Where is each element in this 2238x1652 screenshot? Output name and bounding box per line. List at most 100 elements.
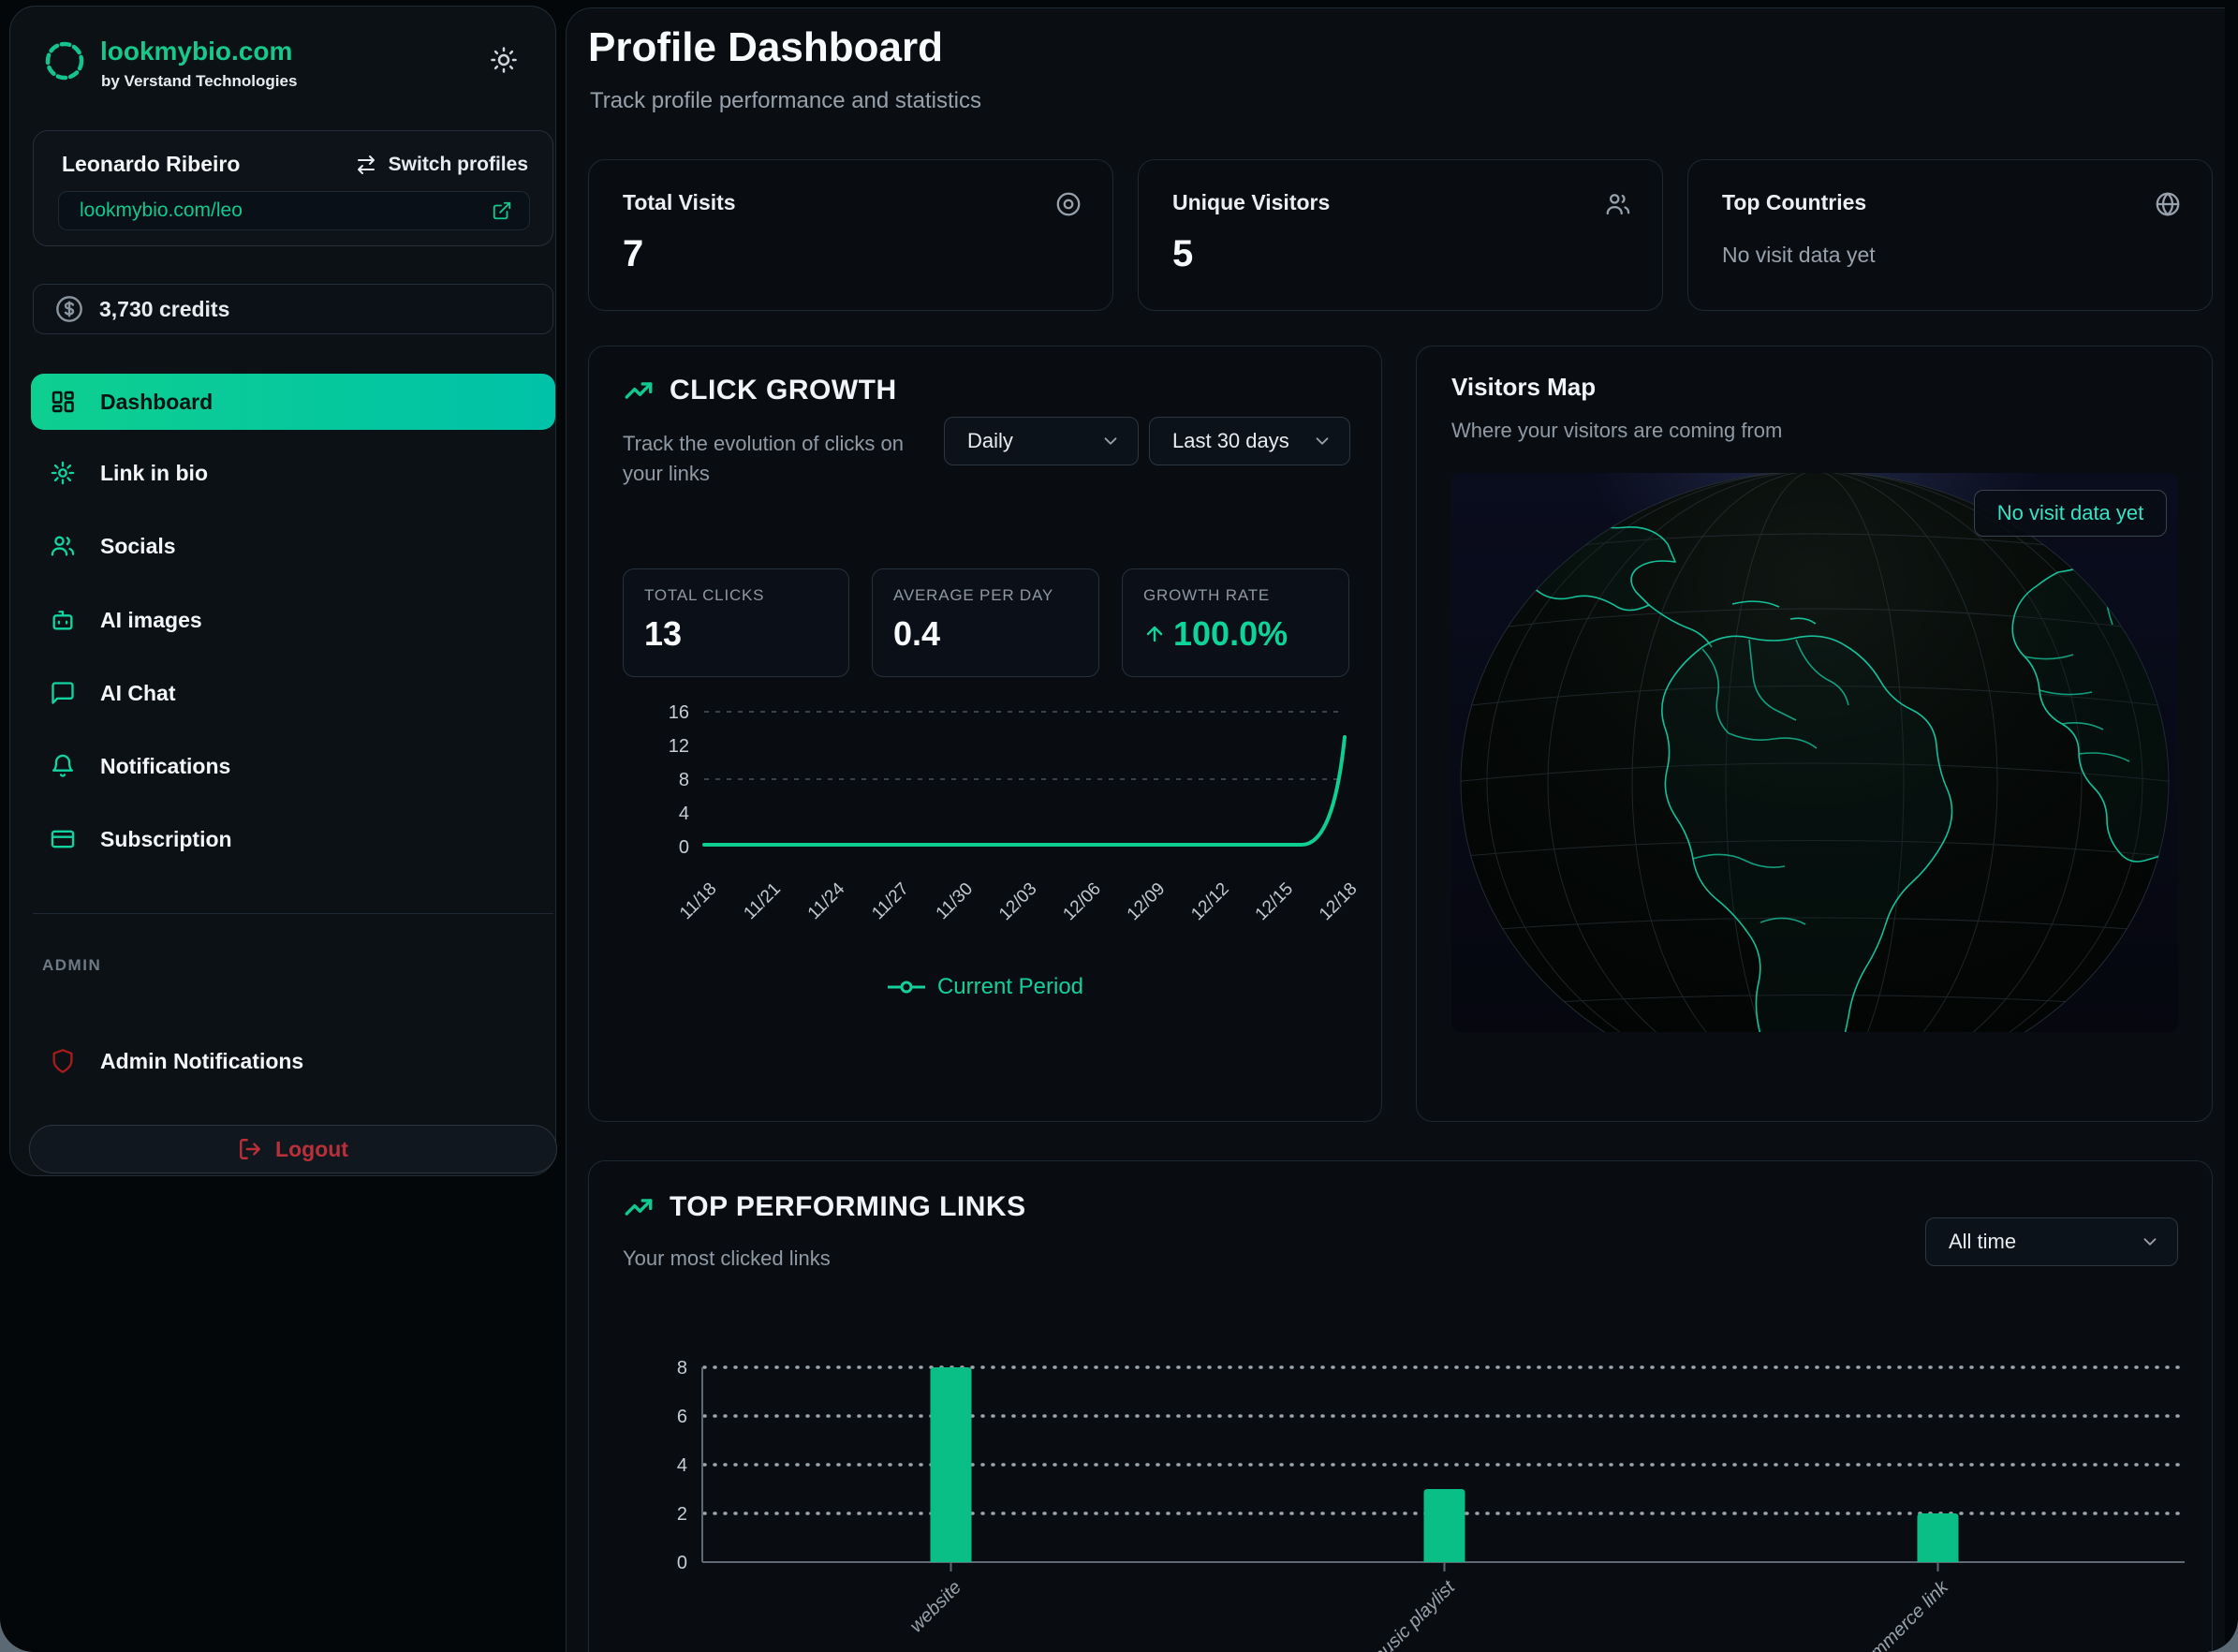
- stat-title: Top Countries: [1722, 190, 1866, 215]
- trending-up-icon: [623, 375, 655, 406]
- sidebar-item-dashboard[interactable]: Dashboard: [31, 374, 555, 430]
- stat-value: 7: [623, 233, 643, 275]
- svg-text:12/06: 12/06: [1059, 879, 1104, 924]
- svg-text:8: 8: [679, 770, 689, 790]
- frequency-dropdown[interactable]: Daily: [944, 417, 1139, 465]
- svg-text:12/12: 12/12: [1187, 879, 1232, 924]
- sidebar-item-ai-images[interactable]: AI images: [31, 592, 555, 648]
- brand-name: lookmybio.com: [100, 37, 292, 66]
- legend-line-marker-icon: [887, 980, 926, 995]
- users-icon: [50, 533, 76, 559]
- top-links-header: TOP PERFORMING LINKS: [623, 1191, 1026, 1223]
- profile-name: Leonardo Ribeiro: [62, 152, 240, 177]
- sidebar-item-label: Link in bio: [100, 461, 208, 486]
- brand-logo-icon: [42, 38, 87, 83]
- sidebar-item-socials[interactable]: Socials: [31, 518, 555, 574]
- mini-stat-label: GROWTH RATE: [1143, 586, 1328, 605]
- mini-stat-value: 100.0%: [1173, 614, 1288, 654]
- svg-text:6: 6: [677, 1407, 687, 1427]
- growth-rate-box: GROWTH RATE 100.0%: [1122, 568, 1349, 677]
- svg-text:2: 2: [677, 1504, 687, 1525]
- total-visits-card: Total Visits 7: [588, 159, 1113, 311]
- credit-card-icon: [50, 826, 76, 852]
- sidebar-item-label: Subscription: [100, 827, 232, 852]
- visitors-map-title: Visitors Map: [1451, 373, 1596, 402]
- svg-text:11/24: 11/24: [804, 878, 849, 923]
- svg-text:8: 8: [677, 1358, 687, 1379]
- all-time-dropdown[interactable]: All time: [1925, 1217, 2178, 1266]
- sidebar-divider: [33, 913, 553, 914]
- swap-arrows-icon: [355, 154, 377, 176]
- profile-card: Leonardo Ribeiro Switch profiles lookmyb…: [33, 130, 553, 246]
- sidebar-item-admin-notifications[interactable]: Admin Notifications: [31, 1033, 555, 1089]
- dollar-coin-icon: [54, 294, 84, 324]
- legend-label: Current Period: [937, 974, 1083, 1000]
- admin-section-label: ADMIN: [42, 956, 101, 975]
- svg-text:website: website: [906, 1577, 966, 1637]
- chevron-down-icon: [1100, 431, 1121, 451]
- top-countries-card: Top Countries No visit data yet: [1687, 159, 2213, 311]
- sidebar-item-label: Socials: [100, 534, 176, 559]
- visitors-map-subtitle: Where your visitors are coming from: [1451, 416, 1782, 446]
- shield-icon: [50, 1048, 76, 1074]
- svg-text:12: 12: [669, 736, 689, 757]
- svg-text:11/30: 11/30: [933, 879, 977, 923]
- switch-profiles-button[interactable]: Switch profiles: [355, 154, 528, 176]
- trending-up-icon: [623, 1191, 655, 1223]
- svg-text:0: 0: [679, 837, 689, 858]
- click-growth-header: CLICK GROWTH: [623, 375, 897, 406]
- logout-label: Logout: [275, 1137, 348, 1162]
- stat-title: Unique Visitors: [1172, 190, 1330, 215]
- users-icon: [1604, 190, 1632, 218]
- brand-byline: by Verstand Technologies: [101, 72, 297, 91]
- svg-text:11/21: 11/21: [740, 879, 784, 923]
- arrow-up-icon: [1143, 623, 1166, 645]
- robot-icon: [50, 607, 76, 633]
- top-links-bar-chart: 86420websitemusic playlistecommerce link: [644, 1347, 2203, 1652]
- globe-icon: [2154, 190, 2182, 218]
- eye-icon: [1054, 190, 1082, 218]
- svg-text:4: 4: [679, 804, 689, 824]
- stat-empty-value: No visit data yet: [1722, 243, 1876, 268]
- sun-icon: [490, 46, 518, 74]
- sidebar-item-notifications[interactable]: Notifications: [31, 738, 555, 794]
- theme-toggle-button[interactable]: [490, 46, 518, 74]
- svg-text:12/18: 12/18: [1316, 879, 1361, 924]
- range-dropdown[interactable]: Last 30 days: [1149, 417, 1350, 465]
- gear-icon: [50, 460, 76, 486]
- credits-label: 3,730 credits: [99, 297, 229, 322]
- sidebar-item-ai-chat[interactable]: AI Chat: [31, 665, 555, 721]
- frequency-dropdown-value: Daily: [967, 429, 1013, 453]
- logout-button[interactable]: Logout: [29, 1125, 557, 1173]
- visitors-globe-map[interactable]: [1451, 473, 2178, 1032]
- mini-stat-value: 13: [644, 614, 828, 654]
- mini-stat-label: AVERAGE PER DAY: [893, 586, 1078, 605]
- page-title: Profile Dashboard: [588, 24, 943, 71]
- sidebar: lookmybio.com by Verstand Technologies L…: [9, 6, 556, 1176]
- globe-graphic: [1451, 473, 2178, 1032]
- stat-title: Total Visits: [623, 190, 736, 215]
- sidebar-item-label: AI images: [100, 608, 202, 633]
- page-subtitle: Track profile performance and statistics: [590, 88, 981, 114]
- top-links-title: TOP PERFORMING LINKS: [670, 1191, 1026, 1223]
- bell-icon: [50, 753, 76, 779]
- sidebar-item-label: Admin Notifications: [100, 1049, 303, 1074]
- chart-legend: Current Period: [588, 974, 1382, 1000]
- sidebar-item-link-in-bio[interactable]: Link in bio: [31, 445, 555, 501]
- range-dropdown-value: Last 30 days: [1172, 429, 1289, 453]
- all-time-dropdown-value: All time: [1949, 1230, 2016, 1254]
- sidebar-item-label: AI Chat: [100, 681, 176, 706]
- svg-text:16: 16: [669, 702, 689, 723]
- credits-badge[interactable]: 3,730 credits: [33, 284, 553, 334]
- svg-text:11/18: 11/18: [676, 879, 720, 923]
- stat-value: 5: [1172, 233, 1193, 275]
- switch-profiles-label: Switch profiles: [389, 154, 528, 176]
- sidebar-item-subscription[interactable]: Subscription: [31, 811, 555, 867]
- svg-text:12/03: 12/03: [995, 879, 1040, 924]
- svg-text:ecommerce link: ecommerce link: [1845, 1576, 1952, 1652]
- logout-icon: [238, 1137, 262, 1161]
- profile-url-link[interactable]: lookmybio.com/leo: [58, 191, 530, 230]
- svg-text:0: 0: [677, 1553, 687, 1573]
- mini-stat-value: 0.4: [893, 614, 1078, 654]
- svg-text:12/15: 12/15: [1252, 879, 1297, 924]
